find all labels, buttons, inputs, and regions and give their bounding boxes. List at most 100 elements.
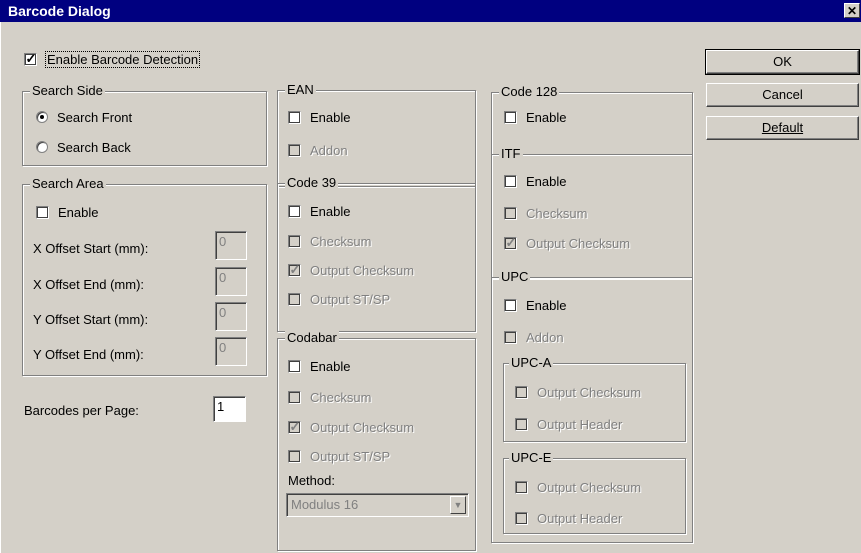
default-button[interactable]: Default — [706, 116, 859, 140]
checkbox-icon[interactable] — [504, 110, 517, 124]
checkbox-icon[interactable]: ✓ — [24, 51, 37, 66]
itf-enable-label: Enable — [526, 173, 567, 189]
codabar-output-checksum: ✓ Output Checksum — [288, 418, 414, 436]
enable-detection-label: Enable Barcode Detection — [44, 50, 201, 68]
checkbox-icon — [504, 330, 517, 344]
upc-addon: Addon — [504, 328, 564, 346]
ean-addon: Addon — [288, 141, 348, 159]
checkbox-icon: ✓ — [504, 234, 517, 250]
codabar-output-stsp-label: Output ST/SP — [310, 448, 391, 464]
checkbox-icon[interactable] — [504, 174, 517, 188]
x-offset-end-field[interactable]: 0 — [215, 267, 247, 296]
itf-output-checksum: ✓ Output Checksum — [504, 234, 630, 252]
close-icon[interactable]: ✕ — [844, 3, 860, 18]
codabar-legend: Codabar — [285, 330, 339, 346]
radio-selected-icon[interactable] — [36, 111, 48, 123]
barcodes-per-page-label: Barcodes per Page: — [24, 403, 139, 418]
upce-output-checksum-label: Output Checksum — [537, 479, 642, 495]
y-offset-end-field[interactable]: 0 — [215, 337, 247, 366]
search-area-enable-label: Enable — [58, 204, 99, 220]
search-back-radio[interactable]: Search Back — [36, 138, 131, 156]
checkbox-icon[interactable] — [288, 204, 301, 218]
upce-group: UPC-E Output Checksum Output Header — [503, 450, 686, 534]
codabar-output-checksum-label: Output Checksum — [310, 419, 415, 435]
ean-enable[interactable]: Enable — [288, 108, 350, 126]
upc-enable[interactable]: Enable — [504, 296, 566, 314]
chevron-down-icon[interactable]: ▼ — [450, 496, 466, 514]
search-side-legend: Search Side — [30, 83, 105, 99]
window-title: Barcode Dialog — [8, 3, 111, 19]
code39-output-stsp-label: Output ST/SP — [310, 291, 391, 307]
code39-enable-label: Enable — [310, 203, 351, 219]
codabar-enable[interactable]: Enable — [288, 357, 350, 375]
upca-output-header-label: Output Header — [537, 416, 623, 432]
cancel-button[interactable]: Cancel — [706, 83, 859, 107]
ean-group: EAN Enable Addon — [277, 82, 476, 187]
codabar-method-select[interactable]: Modulus 16 ▼ — [286, 493, 469, 517]
code39-checksum-label: Checksum — [310, 233, 372, 249]
y-offset-start-label: Y Offset Start (mm): — [33, 312, 149, 327]
checkbox-icon — [515, 417, 528, 431]
upca-output-checksum-label: Output Checksum — [537, 384, 642, 400]
dialog-body: ✓ Enable Barcode Detection Search Side S… — [0, 22, 861, 553]
codabar-output-stsp: Output ST/SP — [288, 447, 390, 465]
search-back-label: Search Back — [57, 139, 131, 155]
code39-checksum: Checksum — [288, 232, 371, 250]
codabar-method-label: Method: — [288, 473, 335, 488]
enable-detection-checkbox[interactable]: ✓ Enable Barcode Detection — [24, 50, 201, 68]
upca-output-header: Output Header — [515, 415, 622, 433]
search-area-enable[interactable]: Enable — [36, 203, 98, 221]
title-bar: Barcode Dialog ✕ — [0, 0, 861, 22]
ean-enable-label: Enable — [310, 109, 351, 125]
code39-legend: Code 39 — [285, 175, 339, 191]
y-offset-start-field[interactable]: 0 — [215, 302, 247, 331]
ok-button[interactable]: OK — [705, 49, 860, 75]
code128-enable[interactable]: Enable — [504, 108, 566, 126]
itf-enable[interactable]: Enable — [504, 172, 566, 190]
checkbox-icon[interactable] — [288, 359, 301, 373]
code39-output-checksum-label: Output Checksum — [310, 262, 415, 278]
radio-icon[interactable] — [36, 141, 48, 153]
code128-enable-label: Enable — [526, 109, 567, 125]
checkbox-icon: ✓ — [288, 261, 301, 277]
search-area-legend: Search Area — [30, 176, 106, 192]
upc-addon-label: Addon — [526, 329, 564, 345]
checkbox-icon — [515, 511, 528, 525]
code128-legend: Code 128 — [499, 84, 560, 100]
itf-checksum: Checksum — [504, 204, 587, 222]
upce-output-header: Output Header — [515, 509, 622, 527]
itf-group: ITF Enable Checksum ✓ Output Checksum — [491, 146, 693, 279]
checkbox-icon — [288, 292, 301, 306]
codabar-method-value: Modulus 16 — [291, 497, 359, 512]
code39-group: Code 39 Enable Checksum ✓ Output Checksu… — [277, 175, 476, 332]
x-offset-start-field[interactable]: 0 — [215, 231, 247, 260]
itf-output-checksum-label: Output Checksum — [526, 235, 631, 251]
itf-legend: ITF — [499, 146, 523, 162]
x-offset-start-label: X Offset Start (mm): — [33, 241, 149, 256]
y-offset-end-label: Y Offset End (mm): — [33, 347, 144, 362]
checkbox-icon[interactable] — [36, 205, 49, 219]
itf-checksum-label: Checksum — [526, 205, 588, 221]
checkbox-icon — [288, 449, 301, 463]
checkbox-icon[interactable] — [288, 110, 301, 124]
checkbox-icon — [515, 480, 528, 494]
upce-output-header-label: Output Header — [537, 510, 623, 526]
code39-enable[interactable]: Enable — [288, 202, 350, 220]
code39-output-checksum: ✓ Output Checksum — [288, 261, 414, 279]
search-side-group: Search Side Search Front Search Back — [22, 83, 267, 166]
upc-group: UPC Enable Addon UPC-A Output Checksum O… — [491, 269, 693, 543]
search-front-radio[interactable]: Search Front — [36, 108, 132, 126]
upc-legend: UPC — [499, 269, 531, 285]
upca-legend: UPC-A — [509, 355, 554, 371]
ean-addon-label: Addon — [310, 142, 348, 158]
barcodes-per-page-field[interactable]: 1 — [213, 396, 246, 422]
search-area-group: Search Area Enable X Offset Start (mm): … — [22, 176, 267, 376]
codabar-enable-label: Enable — [310, 358, 351, 374]
codabar-group: Codabar Enable Checksum ✓ Output Checksu… — [277, 330, 476, 551]
codabar-checksum: Checksum — [288, 388, 371, 406]
checkbox-icon — [288, 234, 301, 248]
checkbox-icon — [504, 206, 517, 220]
search-front-label: Search Front — [57, 109, 133, 125]
checkbox-icon — [288, 143, 301, 157]
checkbox-icon[interactable] — [504, 298, 517, 312]
